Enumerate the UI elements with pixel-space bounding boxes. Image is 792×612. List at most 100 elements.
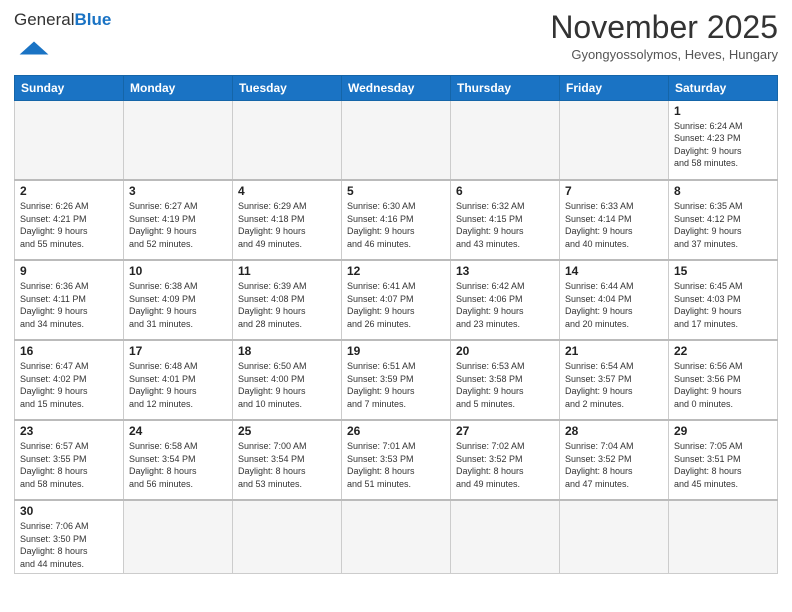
day-info: Sunrise: 6:32 AMSunset: 4:15 PMDaylight:… — [456, 200, 554, 250]
day-info: Sunrise: 6:26 AMSunset: 4:21 PMDaylight:… — [20, 200, 118, 250]
calendar-cell — [560, 500, 669, 574]
day-number: 9 — [20, 264, 118, 278]
day-number: 3 — [129, 184, 227, 198]
calendar-cell: 30Sunrise: 7:06 AMSunset: 3:50 PMDayligh… — [15, 500, 124, 574]
day-number: 16 — [20, 344, 118, 358]
month-title: November 2025 — [550, 10, 778, 45]
weekday-header-saturday: Saturday — [669, 75, 778, 100]
calendar-cell: 29 Sunrise: 7:05 AMSunset: 3:51 PMDayligh… — [669, 420, 778, 500]
day-info: Sunrise: 6:33 AMSunset: 4:14 PMDaylight:… — [565, 200, 663, 250]
day-info: Sunrise: 6:57 AMSunset: 3:55 PMDaylight:… — [20, 440, 118, 490]
calendar-cell: 7 Sunrise: 6:33 AMSunset: 4:14 PMDaylight… — [560, 180, 669, 260]
title-block: November 2025 Gyongyossolymos, Heves, Hu… — [550, 10, 778, 62]
day-info: Sunrise: 7:01 AMSunset: 3:53 PMDaylight:… — [347, 440, 445, 490]
calendar-cell: 13 Sunrise: 6:42 AMSunset: 4:06 PMDayligh… — [451, 260, 560, 340]
day-info: Sunrise: 6:35 AMSunset: 4:12 PMDaylight:… — [674, 200, 772, 250]
calendar-cell: 23 Sunrise: 6:57 AMSunset: 3:55 PMDayligh… — [15, 420, 124, 500]
day-number: 20 — [456, 344, 554, 358]
day-info: Sunrise: 6:50 AMSunset: 4:00 PMDaylight:… — [238, 360, 336, 410]
day-info: Sunrise: 6:36 AMSunset: 4:11 PMDaylight:… — [20, 280, 118, 330]
calendar-cell: 20Sunrise: 6:53 AMSunset: 3:58 PMDayligh… — [451, 340, 560, 420]
day-number: 21 — [565, 344, 663, 358]
calendar-cell — [451, 500, 560, 574]
day-number: 19 — [347, 344, 445, 358]
day-number: 2 — [20, 184, 118, 198]
calendar-cell: 21 Sunrise: 6:54 AMSunset: 3:57 PMDayligh… — [560, 340, 669, 420]
day-info: Sunrise: 6:42 AMSunset: 4:06 PMDaylight:… — [456, 280, 554, 330]
day-info: Sunrise: 6:24 AMSunset: 4:23 PMDaylight:… — [674, 120, 772, 170]
day-number: 26 — [347, 424, 445, 438]
calendar-week-row: 16 Sunrise: 6:47 AMSunset: 4:02 PMDayligh… — [15, 340, 778, 420]
day-number: 15 — [674, 264, 772, 278]
day-info: Sunrise: 6:47 AMSunset: 4:02 PMDaylight:… — [20, 360, 118, 410]
day-number: 12 — [347, 264, 445, 278]
day-number: 17 — [129, 344, 227, 358]
day-info: Sunrise: 6:41 AMSunset: 4:07 PMDaylight:… — [347, 280, 445, 330]
logo-general: General — [14, 10, 74, 29]
day-info: Sunrise: 7:02 AMSunset: 3:52 PMDaylight:… — [456, 440, 554, 490]
calendar-cell: 11 Sunrise: 6:39 AMSunset: 4:08 PMDayligh… — [233, 260, 342, 340]
calendar-cell — [342, 500, 451, 574]
weekday-header-row: SundayMondayTuesdayWednesdayThursdayFrid… — [15, 75, 778, 100]
day-info: Sunrise: 6:30 AMSunset: 4:16 PMDaylight:… — [347, 200, 445, 250]
calendar-cell — [560, 100, 669, 180]
calendar-cell — [124, 100, 233, 180]
day-number: 28 — [565, 424, 663, 438]
day-number: 11 — [238, 264, 336, 278]
calendar: SundayMondayTuesdayWednesdayThursdayFrid… — [14, 75, 778, 575]
day-number: 24 — [129, 424, 227, 438]
calendar-week-row: 30Sunrise: 7:06 AMSunset: 3:50 PMDayligh… — [15, 500, 778, 574]
calendar-cell: 10Sunrise: 6:38 AMSunset: 4:09 PMDayligh… — [124, 260, 233, 340]
day-info: Sunrise: 6:44 AMSunset: 4:04 PMDaylight:… — [565, 280, 663, 330]
day-info: Sunrise: 6:56 AMSunset: 3:56 PMDaylight:… — [674, 360, 772, 410]
weekday-header-monday: Monday — [124, 75, 233, 100]
day-info: Sunrise: 7:00 AMSunset: 3:54 PMDaylight:… — [238, 440, 336, 490]
calendar-cell: 5 Sunrise: 6:30 AMSunset: 4:16 PMDaylight… — [342, 180, 451, 260]
location: Gyongyossolymos, Heves, Hungary — [550, 47, 778, 62]
day-number: 14 — [565, 264, 663, 278]
calendar-cell: 3Sunrise: 6:27 AMSunset: 4:19 PMDaylight… — [124, 180, 233, 260]
weekday-header-sunday: Sunday — [15, 75, 124, 100]
calendar-cell: 22 Sunrise: 6:56 AMSunset: 3:56 PMDayligh… — [669, 340, 778, 420]
calendar-cell: 18 Sunrise: 6:50 AMSunset: 4:00 PMDayligh… — [233, 340, 342, 420]
day-info: Sunrise: 6:54 AMSunset: 3:57 PMDaylight:… — [565, 360, 663, 410]
calendar-cell: 6 Sunrise: 6:32 AMSunset: 4:15 PMDaylight… — [451, 180, 560, 260]
calendar-cell: 27 Sunrise: 7:02 AMSunset: 3:52 PMDayligh… — [451, 420, 560, 500]
calendar-cell: 25 Sunrise: 7:00 AMSunset: 3:54 PMDayligh… — [233, 420, 342, 500]
calendar-cell — [233, 500, 342, 574]
day-number: 25 — [238, 424, 336, 438]
calendar-cell: 2 Sunrise: 6:26 AMSunset: 4:21 PMDaylight… — [15, 180, 124, 260]
day-number: 7 — [565, 184, 663, 198]
calendar-week-row: 1 Sunrise: 6:24 AMSunset: 4:23 PMDaylight… — [15, 100, 778, 180]
day-number: 23 — [20, 424, 118, 438]
calendar-cell: 4Sunrise: 6:29 AMSunset: 4:18 PMDaylight… — [233, 180, 342, 260]
day-number: 22 — [674, 344, 772, 358]
day-number: 27 — [456, 424, 554, 438]
day-info: Sunrise: 6:38 AMSunset: 4:09 PMDaylight:… — [129, 280, 227, 330]
calendar-cell — [15, 100, 124, 180]
header: GeneralBlue November 2025 Gyongyossolymo… — [14, 10, 778, 71]
day-number: 18 — [238, 344, 336, 358]
calendar-cell: 14 Sunrise: 6:44 AMSunset: 4:04 PMDayligh… — [560, 260, 669, 340]
calendar-cell: 15 Sunrise: 6:45 AMSunset: 4:03 PMDayligh… — [669, 260, 778, 340]
day-info: Sunrise: 6:45 AMSunset: 4:03 PMDaylight:… — [674, 280, 772, 330]
day-info: Sunrise: 7:05 AMSunset: 3:51 PMDaylight:… — [674, 440, 772, 490]
day-info: Sunrise: 6:58 AMSunset: 3:54 PMDaylight:… — [129, 440, 227, 490]
weekday-header-thursday: Thursday — [451, 75, 560, 100]
logo-blue: Blue — [74, 10, 111, 29]
calendar-cell: 1 Sunrise: 6:24 AMSunset: 4:23 PMDaylight… — [669, 100, 778, 180]
calendar-cell: 8 Sunrise: 6:35 AMSunset: 4:12 PMDaylight… — [669, 180, 778, 260]
page: GeneralBlue November 2025 Gyongyossolymo… — [0, 0, 792, 612]
day-number: 30 — [20, 504, 118, 518]
day-info: Sunrise: 6:39 AMSunset: 4:08 PMDaylight:… — [238, 280, 336, 330]
calendar-cell: 26 Sunrise: 7:01 AMSunset: 3:53 PMDayligh… — [342, 420, 451, 500]
day-number: 5 — [347, 184, 445, 198]
logo-icon — [16, 30, 52, 66]
day-number: 13 — [456, 264, 554, 278]
day-info: Sunrise: 6:48 AMSunset: 4:01 PMDaylight:… — [129, 360, 227, 410]
day-number: 8 — [674, 184, 772, 198]
day-number: 29 — [674, 424, 772, 438]
day-number: 6 — [456, 184, 554, 198]
day-number: 1 — [674, 104, 772, 118]
calendar-cell: 28Sunrise: 7:04 AMSunset: 3:52 PMDayligh… — [560, 420, 669, 500]
